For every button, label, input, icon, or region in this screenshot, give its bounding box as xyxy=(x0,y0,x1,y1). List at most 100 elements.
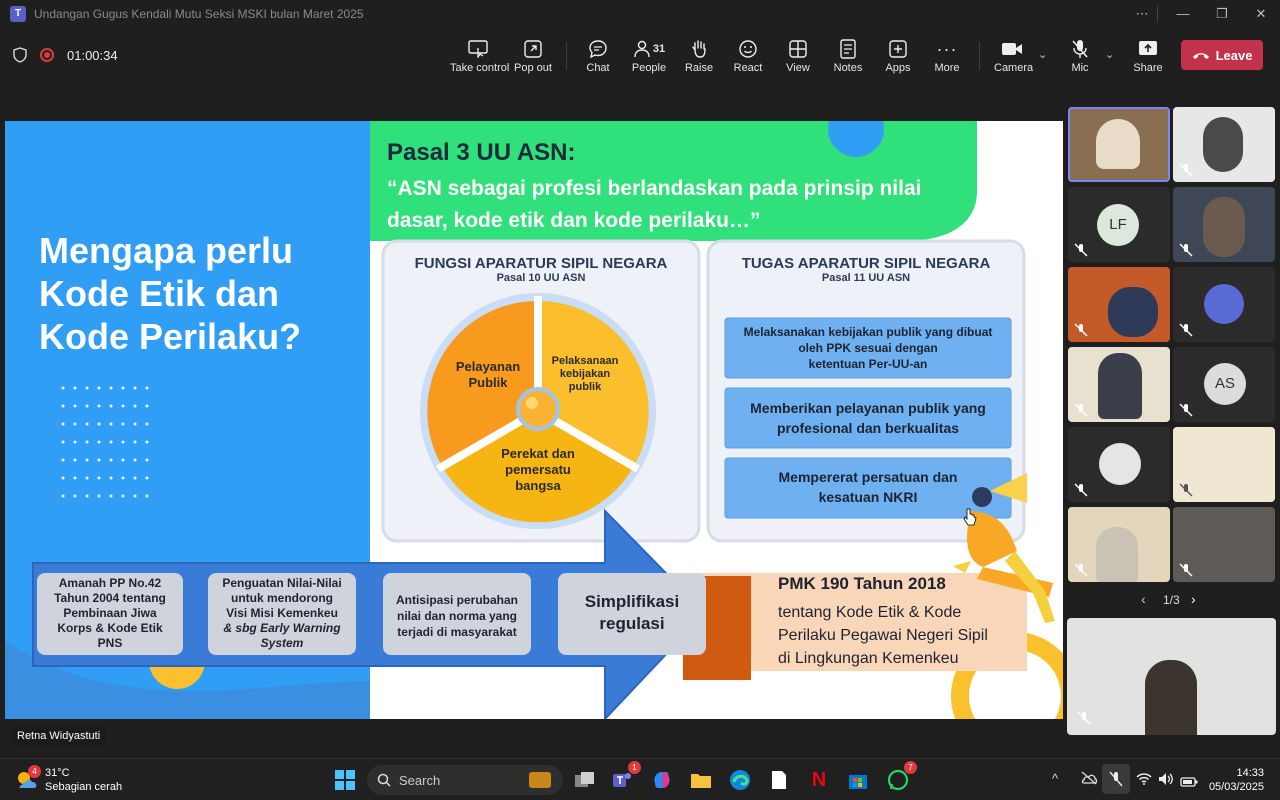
pop-out-label: Pop out xyxy=(514,62,552,74)
participant-tile[interactable] xyxy=(1068,347,1170,422)
participant-tile[interactable] xyxy=(1173,267,1275,342)
file-explorer-button[interactable] xyxy=(688,767,714,793)
whatsapp-taskbar-button[interactable]: 7 xyxy=(885,761,917,793)
gallery-prev-chevron-icon[interactable]: ‹ xyxy=(1141,591,1146,607)
pie-label-line: bangsa xyxy=(515,478,561,493)
avatar xyxy=(1099,443,1141,485)
netflix-taskbar-button[interactable]: N xyxy=(806,767,832,793)
fungsi-title: FUNGSI APARATUR SIPIL NEGARA xyxy=(414,255,668,272)
camera-icon xyxy=(994,38,1030,60)
pasal-quote: “ASN sebagai profesi berlandaskan pada p… xyxy=(387,173,922,237)
wifi-icon[interactable] xyxy=(1136,772,1152,790)
participant-tile[interactable] xyxy=(1068,267,1170,342)
share-button[interactable]: Share xyxy=(1131,38,1165,78)
arrow-item-3: Antisipasi perubahan nilai dan norma yan… xyxy=(383,592,531,640)
arrow-item-line: Tahun 2004 tentang xyxy=(54,591,166,605)
pop-out-button[interactable]: Pop out xyxy=(512,38,554,78)
chat-button[interactable]: Chat xyxy=(582,38,614,78)
participant-tile[interactable]: AS xyxy=(1173,347,1275,422)
weather-text: 31°C Sebagian cerah xyxy=(45,766,122,794)
store-taskbar-button[interactable] xyxy=(845,767,871,793)
taskbar-clock[interactable]: 14:33 05/03/2025 xyxy=(1206,766,1264,794)
participant-tile[interactable] xyxy=(1173,107,1275,182)
close-button[interactable]: ✕ xyxy=(1249,4,1273,24)
chat-icon xyxy=(582,38,614,60)
show-hidden-icons-chevron-icon[interactable]: ^ xyxy=(1052,771,1058,786)
participant-tile[interactable] xyxy=(1173,427,1275,502)
self-view-tile[interactable] xyxy=(1067,618,1276,735)
mic-options-chevron-icon[interactable]: ⌄ xyxy=(1105,48,1114,61)
start-button[interactable] xyxy=(332,767,358,793)
tray-mic-muted-icon[interactable] xyxy=(1102,764,1130,794)
people-button[interactable]: 31 People xyxy=(628,38,670,78)
apps-button[interactable]: Apps xyxy=(883,38,913,78)
participant-tile[interactable] xyxy=(1068,427,1170,502)
take-control-button[interactable]: Take control xyxy=(450,38,510,78)
grid-view-icon xyxy=(783,38,813,60)
arrow-item-line: Visi Misi Kemenkeu xyxy=(226,606,338,620)
participant-tile[interactable] xyxy=(1068,107,1170,182)
arrow-item-line: Pembinaan Jiwa xyxy=(63,606,157,620)
more-options-icon[interactable]: ⋯ xyxy=(1130,4,1154,24)
people-count: 31 xyxy=(652,43,666,55)
react-button[interactable]: React xyxy=(733,38,763,78)
pasal-quote-line: dasar, kode etik dan kode perilaku…” xyxy=(387,209,761,232)
edge-taskbar-button[interactable] xyxy=(727,767,753,793)
participant-video xyxy=(1203,117,1243,172)
camera-options-chevron-icon[interactable]: ⌄ xyxy=(1038,48,1047,61)
arrow-item-line: Simplifikasi xyxy=(584,592,680,611)
participant-tile[interactable] xyxy=(1173,507,1275,582)
avatar: LF xyxy=(1097,204,1139,246)
battery-icon[interactable] xyxy=(1180,774,1198,792)
gallery-next-chevron-icon[interactable]: › xyxy=(1191,591,1196,607)
participant-tile[interactable] xyxy=(1068,507,1170,582)
mouse-cursor-icon xyxy=(963,508,977,531)
search-highlight-icon xyxy=(529,772,551,788)
pasal-title: Pasal 3 UU ASN: xyxy=(387,139,576,166)
take-control-label: Take control xyxy=(450,62,510,74)
taskbar-search-box[interactable]: Search xyxy=(367,765,563,795)
tugas-subtitle: Pasal 11 UU ASN xyxy=(821,272,911,284)
copilot-taskbar-button[interactable] xyxy=(649,767,675,793)
tugas-box-line: profesional dan berkualitas xyxy=(776,420,960,436)
restore-button[interactable]: ❐ xyxy=(1210,4,1234,24)
mic-button[interactable]: Mic xyxy=(1066,38,1094,78)
teams-taskbar-button[interactable]: 1 xyxy=(609,761,641,793)
pmk-line: Perilaku Pegawai Negeri Sipil xyxy=(778,627,988,644)
tugas-box-line: Mempererat persatuan dan xyxy=(778,469,958,485)
leave-button[interactable]: Leave xyxy=(1181,40,1263,70)
tugas-box-line: kesatuan NKRI xyxy=(818,489,918,505)
share-label: Share xyxy=(1133,62,1163,74)
onedrive-off-icon[interactable] xyxy=(1080,771,1098,790)
mic-off-icon xyxy=(1179,483,1193,497)
volume-icon[interactable] xyxy=(1158,772,1174,791)
ellipsis-icon: ··· xyxy=(936,38,958,59)
participant-video xyxy=(1096,527,1138,582)
minimize-button[interactable]: — xyxy=(1171,4,1195,24)
view-button[interactable]: View xyxy=(783,38,813,78)
notes-icon xyxy=(832,38,864,60)
task-view-button[interactable] xyxy=(572,767,598,793)
shield-icon xyxy=(12,47,28,68)
camera-button[interactable]: Camera xyxy=(994,38,1033,78)
more-button[interactable]: ··· More xyxy=(932,38,962,78)
recording-icon xyxy=(40,48,54,62)
chat-label: Chat xyxy=(586,62,610,74)
participant-video xyxy=(1203,197,1245,257)
weather-widget-icon[interactable]: 4 xyxy=(14,765,41,792)
search-icon xyxy=(377,773,391,787)
pie-label-pelayanan: Pelayanan Publik xyxy=(448,359,528,391)
tugas-box-line: oleh PPK sesuai dengan xyxy=(798,341,938,355)
file-taskbar-button[interactable] xyxy=(766,767,792,793)
participant-video xyxy=(1108,287,1158,337)
participant-tile[interactable] xyxy=(1173,187,1275,262)
tugas-box-line: ketentuan Per-UU-an xyxy=(808,357,928,371)
teams-badge: 1 xyxy=(628,761,641,774)
arrow-item-line: & sbg Early Warning xyxy=(223,621,341,635)
notes-button[interactable]: Notes xyxy=(832,38,864,78)
meeting-toolbar: 01:00:34 Take control Pop out Chat 31 Pe… xyxy=(0,28,1280,82)
pie-label-line: pemersatu xyxy=(505,462,571,477)
participant-tile[interactable]: LF xyxy=(1068,187,1170,262)
raise-hand-button[interactable]: Raise xyxy=(684,38,714,78)
raise-label: Raise xyxy=(684,62,714,74)
